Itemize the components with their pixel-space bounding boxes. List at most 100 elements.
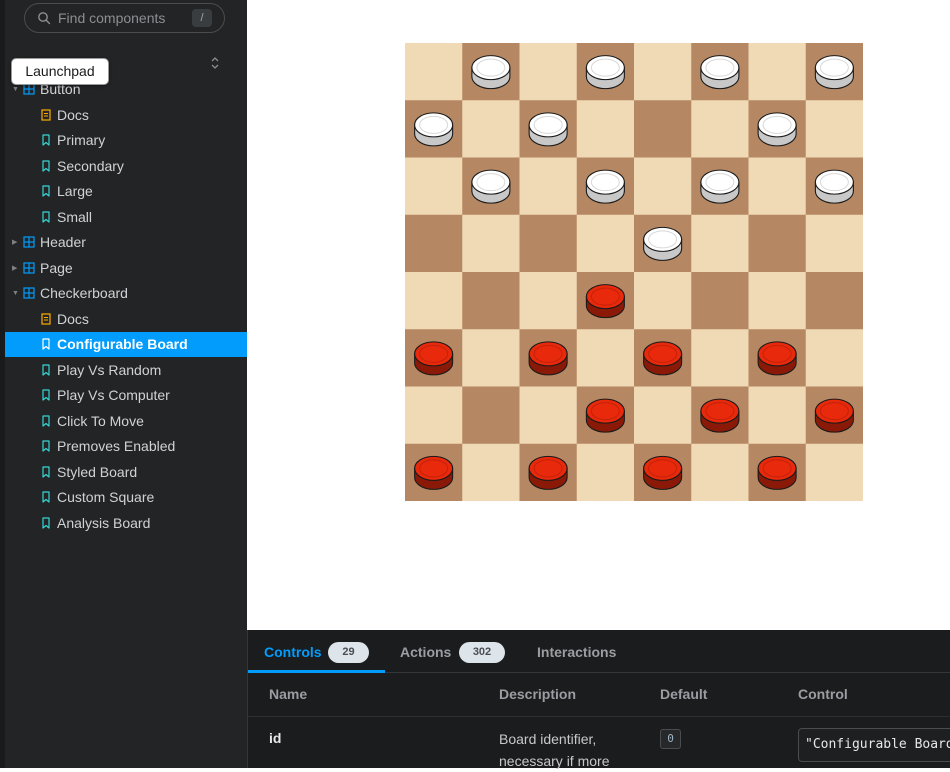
light-square[interactable] <box>634 386 692 445</box>
sidebar-item-primary[interactable]: Primary <box>5 128 247 153</box>
white-checker-piece[interactable] <box>471 55 511 90</box>
red-checker-piece[interactable] <box>585 398 625 433</box>
white-checker-piece[interactable] <box>814 55 854 90</box>
sidebar-item-docs[interactable]: Docs <box>5 103 247 128</box>
dark-square[interactable] <box>462 386 520 445</box>
light-square[interactable] <box>805 329 863 387</box>
caret-right-icon[interactable]: ▶ <box>12 230 17 255</box>
sidebar-item-premoves-enabled[interactable]: Premoves Enabled <box>5 434 247 459</box>
light-square[interactable] <box>691 443 749 501</box>
dark-square[interactable] <box>691 272 749 330</box>
caret-down-icon[interactable]: ▼ <box>12 281 19 306</box>
white-checker-piece[interactable] <box>414 112 454 147</box>
light-square[interactable] <box>748 272 807 330</box>
white-checker-piece[interactable] <box>700 169 740 204</box>
light-square[interactable] <box>805 100 863 158</box>
launchpad-tooltip: Launchpad <box>11 58 109 85</box>
dark-square[interactable] <box>805 272 863 330</box>
white-checker-piece[interactable] <box>528 112 568 147</box>
sidebar-item-custom-square[interactable]: Custom Square <box>5 485 247 510</box>
light-square[interactable] <box>462 443 520 501</box>
light-square[interactable] <box>691 329 749 387</box>
white-checker-piece[interactable] <box>814 169 854 204</box>
red-checker-piece[interactable] <box>757 455 797 490</box>
dark-square[interactable] <box>748 214 807 273</box>
white-checker-piece[interactable] <box>757 112 797 147</box>
white-checker-piece[interactable] <box>585 169 625 204</box>
light-square[interactable] <box>634 157 692 216</box>
red-checker-piece[interactable] <box>700 398 740 433</box>
white-checker-piece[interactable] <box>471 169 511 204</box>
sidebar-item-small[interactable]: Small <box>5 205 247 230</box>
light-square[interactable] <box>576 214 635 273</box>
sidebar-item-checkerboard[interactable]: ▼ Checkerboard <box>5 281 247 306</box>
red-checker-piece[interactable] <box>814 398 854 433</box>
red-checker-piece[interactable] <box>585 284 625 319</box>
sidebar-item-docs[interactable]: Docs <box>5 307 247 332</box>
light-square[interactable] <box>405 157 463 216</box>
sidebar-item-label: Large <box>57 183 93 199</box>
light-square[interactable] <box>576 329 635 387</box>
expand-collapse-icon[interactable] <box>209 55 221 71</box>
light-square[interactable] <box>691 100 749 158</box>
search-input[interactable]: Find components <box>58 10 165 26</box>
red-checker-piece[interactable] <box>643 341 683 376</box>
light-square[interactable] <box>691 214 749 273</box>
dark-square[interactable] <box>519 214 578 273</box>
light-square[interactable] <box>519 43 578 101</box>
sidebar-item-styled-board[interactable]: Styled Board <box>5 460 247 485</box>
caret-right-icon[interactable]: ▶ <box>12 256 17 281</box>
dark-square[interactable] <box>462 272 520 330</box>
sidebar-item-click-to-move[interactable]: Click To Move <box>5 409 247 434</box>
document-icon <box>41 312 51 325</box>
light-square[interactable] <box>462 329 520 387</box>
light-square[interactable] <box>462 214 520 273</box>
sidebar-item-play-vs-computer[interactable]: Play Vs Computer <box>5 383 247 408</box>
red-checker-piece[interactable] <box>414 341 454 376</box>
red-checker-piece[interactable] <box>528 455 568 490</box>
sidebar-item-label: Analysis Board <box>57 514 151 531</box>
white-checker-piece[interactable] <box>700 55 740 90</box>
light-square[interactable] <box>519 157 578 216</box>
search-box[interactable]: Find components / <box>24 3 225 33</box>
component-icon <box>23 236 35 248</box>
sidebar-item-page[interactable]: ▶ Page <box>5 256 247 281</box>
light-square[interactable] <box>519 272 578 330</box>
light-square[interactable] <box>405 386 463 445</box>
red-checker-piece[interactable] <box>528 341 568 376</box>
prop-control-input[interactable]: "Configurable Board" <box>798 728 950 762</box>
light-square[interactable] <box>748 43 807 101</box>
white-checker-piece[interactable] <box>643 226 683 261</box>
red-checker-piece[interactable] <box>414 455 454 490</box>
light-square[interactable] <box>805 443 863 501</box>
light-square[interactable] <box>519 386 578 445</box>
bookmark-icon <box>42 440 50 452</box>
sidebar-item-configurable-board[interactable]: Configurable Board <box>5 332 247 357</box>
light-square[interactable] <box>405 43 463 101</box>
sidebar-item-secondary[interactable]: Secondary <box>5 154 247 179</box>
light-square[interactable] <box>576 443 635 501</box>
sidebar-item-header[interactable]: ▶ Header <box>5 230 247 255</box>
sidebar-item-large[interactable]: Large <box>5 179 247 204</box>
light-square[interactable] <box>576 100 635 158</box>
tab-controls[interactable]: Controls 29 <box>264 630 369 673</box>
red-checker-piece[interactable] <box>757 341 797 376</box>
tab-actions[interactable]: Actions 302 <box>400 630 505 673</box>
tab-interactions[interactable]: Interactions <box>537 630 616 673</box>
light-square[interactable] <box>805 214 863 273</box>
white-checker-piece[interactable] <box>585 55 625 90</box>
light-square[interactable] <box>748 157 807 216</box>
light-square[interactable] <box>634 43 692 101</box>
column-header-default: Default <box>660 686 708 702</box>
light-square[interactable] <box>634 272 692 330</box>
red-checker-piece[interactable] <box>643 455 683 490</box>
bookmark-icon <box>42 465 50 478</box>
dark-square[interactable] <box>634 100 692 158</box>
light-square[interactable] <box>748 386 807 445</box>
light-square[interactable] <box>405 272 463 330</box>
light-square[interactable] <box>462 100 520 158</box>
dark-square[interactable] <box>405 214 463 273</box>
checkerboard[interactable] <box>405 43 863 501</box>
sidebar-item-analysis-board[interactable]: Analysis Board <box>5 511 247 536</box>
sidebar-item-play-vs-random[interactable]: Play Vs Random <box>5 358 247 383</box>
